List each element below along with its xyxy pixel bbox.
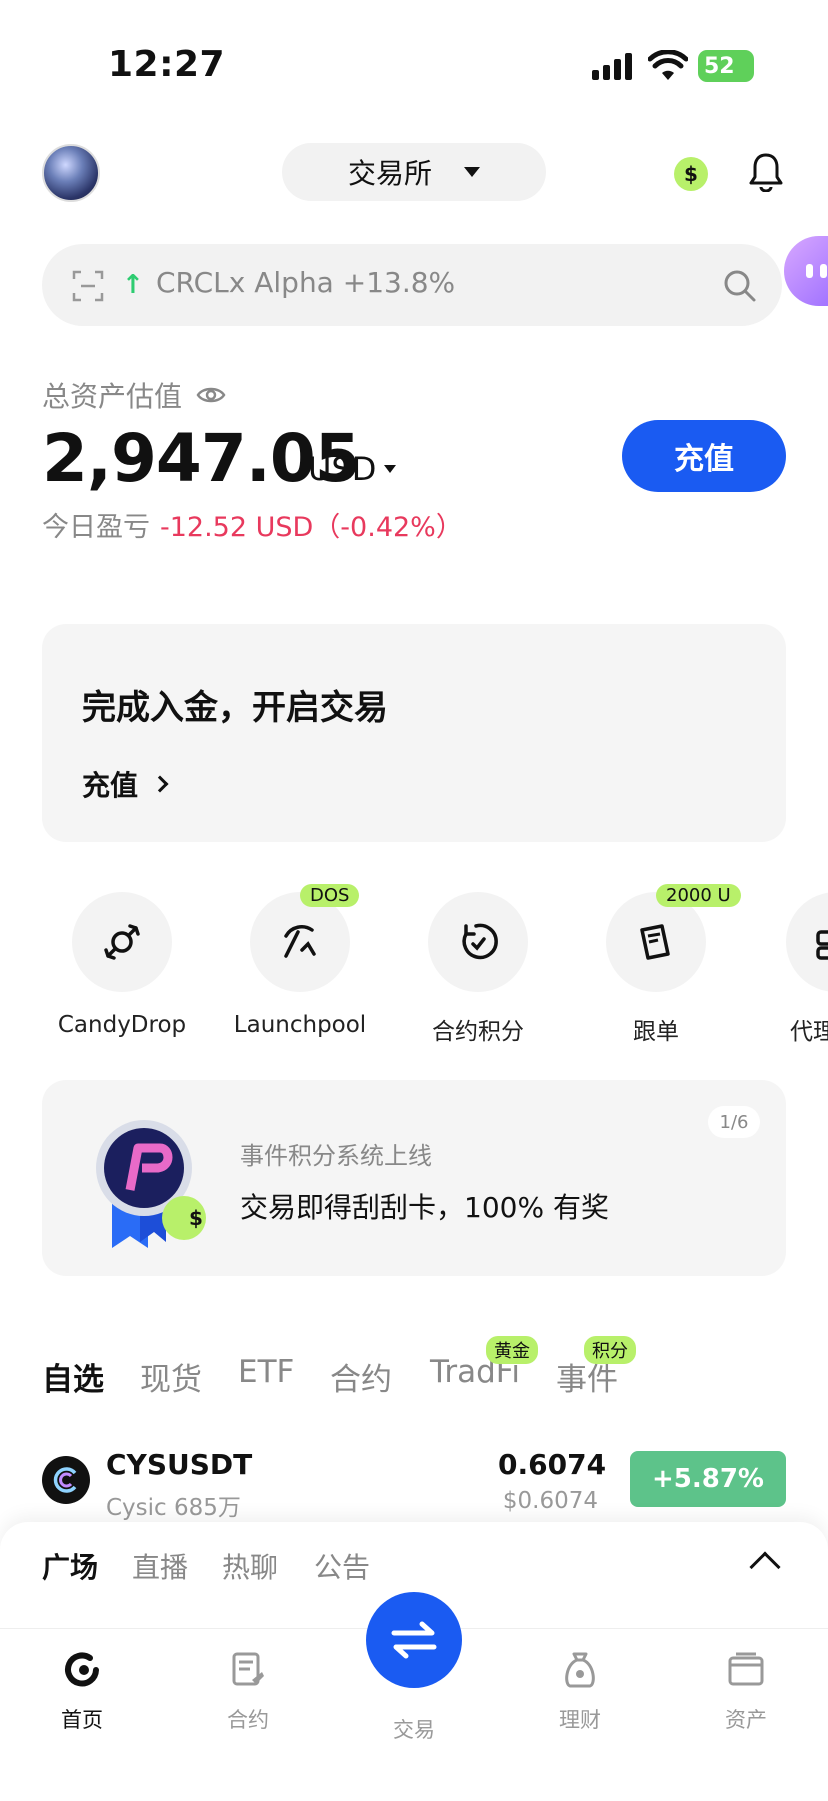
points-refresh-icon [462, 923, 498, 960]
nav-label: 合约 [227, 1708, 269, 1732]
nav-label: 首页 [61, 1708, 103, 1732]
currency-label: USD [308, 450, 377, 488]
daily-pnl: 今日盈亏 -12.52 USD（-0.42%） [42, 505, 463, 544]
daily-pnl-label: 今日盈亏 [42, 512, 150, 543]
dollar-badge-icon[interactable]: $ [674, 157, 708, 191]
agent-icon [816, 930, 828, 960]
deposit-button[interactable]: 充值 [622, 420, 786, 492]
daily-pnl-value: -12.52 USD（-0.42%） [160, 512, 463, 543]
total-assets-text: 总资产估值 [42, 380, 183, 413]
assistant-bot-icon[interactable] [784, 236, 828, 306]
nav-assets[interactable]: 资产 [686, 1650, 806, 1734]
medal-badge: $ [189, 1206, 203, 1230]
tab-events-badge: 积分 [584, 1336, 636, 1364]
nav-label: 理财 [559, 1708, 601, 1732]
shortcut-copy-trading[interactable]: 2000 U 跟单 [586, 884, 741, 1046]
sheet-tab-square[interactable]: 广场 [42, 1546, 98, 1586]
avatar[interactable] [42, 144, 100, 202]
trending-up-icon: ↑ [122, 270, 144, 300]
shortcut-icon-wrap: DOS [250, 884, 360, 992]
swap-arrows-icon [391, 1621, 437, 1659]
promo-deposit-link[interactable]: 充值 [82, 764, 169, 804]
shortcut-icon-wrap [72, 892, 172, 992]
scan-icon[interactable] [72, 270, 104, 302]
event-banner[interactable]: $ 事件积分系统上线 交易即得刮刮卡，100% 有奖 1/6 [42, 1080, 786, 1276]
sheet-tab-live[interactable]: 直播 [132, 1546, 188, 1586]
status-time: 12:27 [108, 44, 226, 85]
points-medal-icon [96, 1120, 206, 1248]
shortcut-icon-wrap [428, 892, 528, 992]
nav-earn[interactable]: 理财 [520, 1650, 640, 1734]
banner-pager: 1/6 [708, 1106, 760, 1138]
shortcut-label: 合约积分 [432, 1019, 524, 1045]
home-icon [65, 1652, 99, 1687]
pickaxe-icon [284, 925, 316, 958]
search-trending-text: CRCLx Alpha +13.8% [156, 266, 456, 299]
search-bar[interactable]: ↑ CRCLx Alpha +13.8% [42, 244, 782, 326]
nav-home[interactable]: 首页 [22, 1650, 142, 1734]
money-bag-icon [565, 1652, 595, 1688]
shortcut-icon-wrap: 2000 U [606, 884, 741, 992]
eye-icon[interactable] [196, 384, 226, 406]
event-title: 交易即得刮刮卡，100% 有奖 [240, 1191, 609, 1224]
caret-down-icon [464, 167, 480, 177]
shortcut-badge: DOS [300, 884, 360, 907]
market-change-badge[interactable]: +5.87% [630, 1451, 786, 1507]
wifi-icon [648, 50, 688, 80]
sheet-tab-hot-chat[interactable]: 热聊 [222, 1546, 278, 1586]
futures-doc-icon [232, 1652, 264, 1686]
exchange-switcher[interactable]: 交易所 [282, 143, 546, 201]
wallet-icon [728, 1652, 764, 1686]
market-price: 0.6074 [498, 1448, 607, 1481]
shortcut-futures-points[interactable]: 合约积分 [408, 892, 548, 1046]
search-icon[interactable] [722, 268, 758, 304]
bell-icon[interactable] [748, 152, 784, 192]
tab-spot[interactable]: 现货 [140, 1354, 202, 1399]
tab-watchlist[interactable]: 自选 [42, 1354, 104, 1399]
shortcut-launchpool[interactable]: DOS Launchpool [230, 884, 370, 1038]
event-subtitle: 事件积分系统上线 [240, 1142, 432, 1170]
cysic-logo-icon [53, 1467, 77, 1493]
market-name-volume: Cysic 685万 [106, 1495, 241, 1521]
shortcut-agent[interactable]: 代理 [764, 892, 828, 1046]
market-price-usd: $0.6074 [502, 1488, 598, 1514]
deposit-promo-card[interactable]: 完成入金，开启交易 充值 [42, 624, 786, 842]
trade-button[interactable] [366, 1592, 462, 1688]
battery-indicator: 52 [698, 50, 754, 82]
sheet-tab-announcements[interactable]: 公告 [314, 1546, 370, 1586]
promo-link-label: 充值 [82, 769, 139, 802]
nav-futures[interactable]: 合约 [188, 1650, 308, 1734]
currency-selector[interactable]: USD [308, 450, 397, 488]
shortcut-label: Launchpool [233, 1012, 367, 1038]
tab-futures[interactable]: 合约 [330, 1354, 392, 1399]
exchange-switcher-label: 交易所 [347, 157, 432, 190]
nav-label: 交易 [393, 1718, 435, 1742]
caret-down-icon [384, 465, 397, 473]
shortcut-label: CandyDrop [57, 1012, 187, 1038]
shortcut-badge: 2000 U [656, 884, 741, 907]
tab-etf[interactable]: ETF [238, 1354, 294, 1390]
nav-label: 资产 [725, 1708, 767, 1732]
cellular-signal-icon [592, 53, 632, 80]
market-symbol[interactable]: CYSUSDT [106, 1448, 252, 1481]
shortcut-icon-wrap [786, 892, 828, 992]
copy-cards-icon [640, 924, 670, 960]
shortcut-label: 代理 [790, 1019, 828, 1045]
shortcut-label: 跟单 [633, 1019, 679, 1045]
tab-tradfi-badge: 黄金 [486, 1336, 538, 1364]
shortcut-candydrop[interactable]: CandyDrop [52, 892, 192, 1038]
promo-title: 完成入金，开启交易 [82, 688, 388, 728]
coin-logo [42, 1456, 90, 1504]
chevron-right-icon [151, 775, 169, 793]
nav-trade[interactable]: 交易 [354, 1700, 474, 1744]
candy-icon [104, 924, 140, 960]
total-assets-label: 总资产估值 [42, 375, 226, 415]
